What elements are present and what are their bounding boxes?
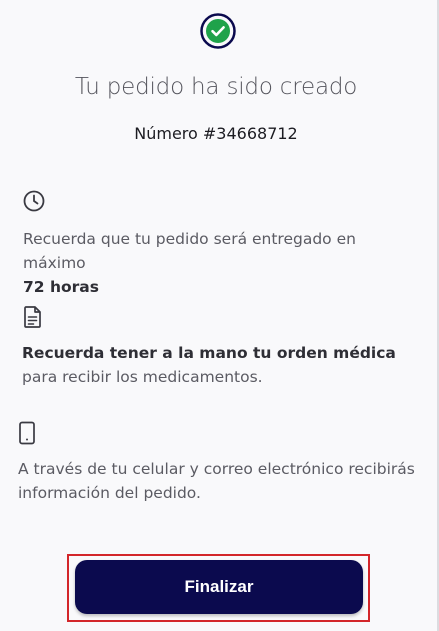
- success-check-icon: [200, 13, 236, 49]
- document-icon: [24, 306, 41, 328]
- page-title: Tu pedido ha sido creado: [74, 74, 358, 100]
- clock-icon: [23, 190, 45, 212]
- order-number: Número #34668712: [134, 124, 298, 143]
- notification-info: A través de tu celular y correo electrón…: [18, 460, 415, 502]
- medical-order-text: para recibir los medicamentos.: [22, 368, 263, 386]
- medical-order-emphasis: Recuerda tener a la mano tu orden médica: [22, 344, 396, 362]
- order-confirmation-screen: Tu pedido ha sido creado Número #3466871…: [0, 0, 439, 631]
- finalize-button[interactable]: Finalizar: [75, 560, 363, 614]
- delivery-time-text: Recuerda que tu pedido será entregado en…: [23, 230, 356, 272]
- delivery-time-value: 72 horas: [23, 278, 99, 296]
- phone-icon: [19, 421, 35, 445]
- medical-order-info: Recuerda tener a la mano tu orden médica…: [22, 341, 422, 389]
- delivery-time-info: Recuerda que tu pedido será entregado en…: [23, 227, 423, 299]
